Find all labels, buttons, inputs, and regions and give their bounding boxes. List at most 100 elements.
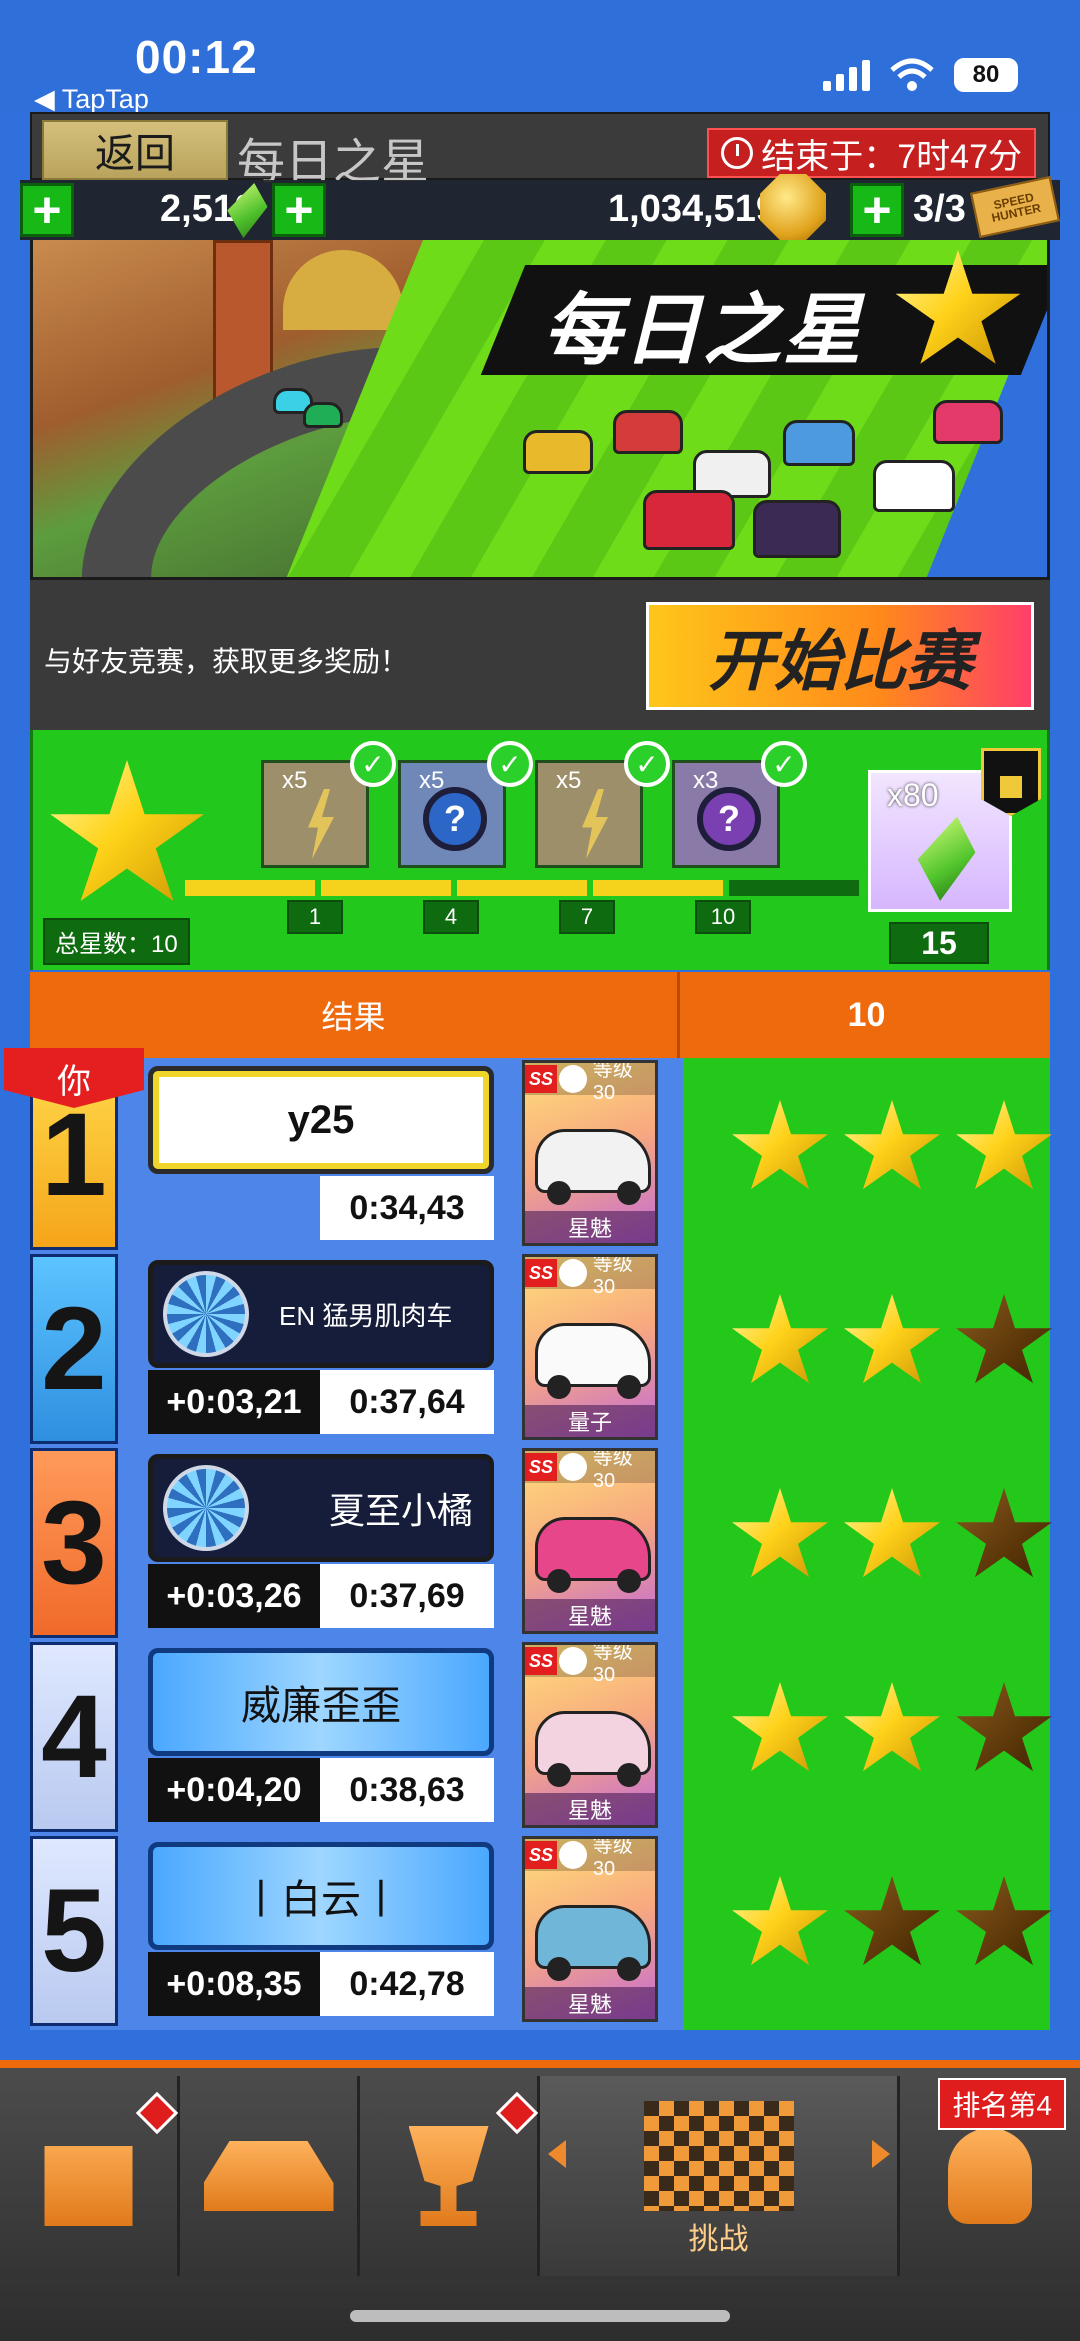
star-earned-icon: [732, 1876, 828, 1966]
class-ss-icon: SS: [525, 1647, 557, 1675]
reward-bolt-1[interactable]: x5 ✓: [261, 741, 396, 868]
end-timer-text: 结束于：7时47分: [761, 137, 1022, 176]
wheel-icon: [617, 1569, 641, 1593]
car-card[interactable]: SS 等级30 星魅: [522, 1448, 658, 1634]
banner-car: [523, 430, 593, 474]
car-card[interactable]: SS 等级30 星魅: [522, 1060, 658, 1246]
progress-bar-segment: [729, 880, 859, 896]
dial-emblem-icon: [163, 1271, 249, 1357]
star-earned-icon: [844, 1682, 940, 1772]
time-gap: +0:03,21: [148, 1370, 320, 1434]
dial-emblem-icon: [163, 1465, 249, 1551]
back-button[interactable]: 返回: [42, 120, 228, 180]
race-time: 0:42,78: [320, 1952, 494, 2016]
star-earned-icon: [844, 1294, 940, 1384]
player-name: y25: [287, 1097, 355, 1142]
nav-events[interactable]: [360, 2076, 540, 2276]
notification-dot: [135, 2091, 179, 2135]
nav-challenge[interactable]: 挑战: [540, 2076, 900, 2276]
car-level: 等级30: [592, 1254, 633, 1298]
wheel-icon: [547, 1957, 571, 1981]
rank-number: 2: [30, 1254, 118, 1444]
license-plate: 夏至小橘: [148, 1454, 494, 1562]
wifi-icon: [890, 58, 934, 91]
car-card[interactable]: SS 等级30 星魅: [522, 1642, 658, 1828]
player-name: 威廉歪歪: [241, 1684, 401, 1728]
reward-mystery-blue[interactable]: x5 ? ✓: [398, 741, 533, 868]
star-earned-icon: [844, 1488, 940, 1578]
invite-text: 与好友竞赛，获取更多奖励！: [44, 646, 409, 677]
progress-bar-segment: [457, 880, 587, 896]
add-tickets-button[interactable]: +: [850, 183, 904, 237]
reward-qty: x5: [282, 767, 308, 794]
garage-icon: [203, 2141, 334, 2211]
star-progress: 总星数：10 x5 ✓ x5 ? ✓ x5 ✓ x3 ? ✓ 1 4 7 10 …: [30, 730, 1050, 970]
wheel-icon: [617, 1181, 641, 1205]
ticket-count: 3/3: [913, 188, 966, 230]
banner-car: [753, 500, 841, 558]
check-icon: ✓: [761, 741, 807, 787]
result-row[interactable]: 3 夏至小橘 +0:03,26 0:37,69 SS 等级30 星魅: [30, 1446, 1052, 1640]
nav-shop[interactable]: [0, 2076, 180, 2276]
rank-number: 3: [30, 1448, 118, 1638]
car-level: 等级30: [592, 1060, 633, 1104]
helmet-icon: [948, 2128, 1032, 2224]
start-race-button[interactable]: 开始比赛: [646, 602, 1034, 710]
car-name: 星魅: [525, 1793, 655, 1825]
reward-qty: x5: [556, 767, 582, 794]
nav-prev-arrow-icon[interactable]: [548, 2140, 566, 2168]
banner-car: [303, 402, 343, 428]
star-earned-icon: [732, 1294, 828, 1384]
player-name: 夏至小橘: [329, 1490, 474, 1531]
car-card[interactable]: SS 等级30 星魅: [522, 1836, 658, 2022]
class-ss-icon: SS: [525, 1453, 557, 1481]
results-header: 结果 10: [30, 972, 1050, 1058]
car-card-header: SS 等级30: [525, 1839, 655, 1880]
brand-emblem-icon: [558, 1259, 587, 1287]
ticket-icon: SPEED HUNTER: [970, 175, 1060, 239]
total-star-icon: [50, 760, 204, 902]
rank-number: 5: [30, 1836, 118, 2026]
wheel-icon: [547, 1569, 571, 1593]
back-to-app-link[interactable]: ◀ TapTap: [34, 84, 149, 115]
add-coins-button[interactable]: +: [272, 183, 326, 237]
crate-icon: [44, 2146, 133, 2226]
star-empty-icon: [956, 1682, 1052, 1772]
rank-badge: 排名第4: [938, 2078, 1066, 2130]
car-card-header: SS 等级30: [525, 1063, 655, 1104]
wheel-icon: [617, 1763, 641, 1787]
wheel-icon: [547, 1763, 571, 1787]
class-ss-icon: SS: [525, 1259, 557, 1287]
home-indicator[interactable]: [350, 2310, 730, 2322]
car-name: 星魅: [525, 1211, 655, 1243]
bottom-nav: 挑战 排名第4: [0, 2060, 1080, 2341]
car-card-header: SS 等级30: [525, 1257, 655, 1298]
brand-emblem-icon: [558, 1841, 587, 1869]
nav-profile[interactable]: 排名第4: [900, 2076, 1080, 2276]
star-earned-icon: [732, 1100, 828, 1190]
threshold-label: 10: [695, 900, 751, 934]
car-card[interactable]: SS 等级30 量子: [522, 1254, 658, 1440]
time-gap: +0:03,26: [148, 1564, 320, 1628]
progress-bar-segment: [321, 880, 451, 896]
currency-bar: + 2,510 + 1,034,519 + 3/3 SPEED HUNTER: [20, 174, 1060, 240]
result-row[interactable]: 5 丨白云丨 +0:08,35 0:42,78 SS 等级30 星魅: [30, 1834, 1052, 2028]
coin-count: 1,034,519: [608, 188, 778, 230]
wheel-icon: [617, 1375, 641, 1399]
add-gems-button[interactable]: +: [20, 183, 74, 237]
banner-dome: [283, 250, 403, 330]
trophy-icon: [408, 2126, 489, 2226]
result-row[interactable]: 2 EN 猛男肌肉车 +0:03,21 0:37,64 SS 等级30 量子: [30, 1252, 1052, 1446]
gem-icon: [909, 809, 983, 906]
check-icon: ✓: [350, 741, 396, 787]
result-row[interactable]: 1 你 y25 0:34,43 SS 等级30 星魅: [4, 1048, 1052, 1252]
reward-mystery-purple[interactable]: x3 ? ✓: [672, 741, 807, 868]
reward-bolt-2[interactable]: x5 ✓: [535, 741, 670, 868]
status-time: 00:12: [135, 31, 258, 83]
banner-car: [643, 490, 735, 550]
race-time: 0:34,43: [320, 1176, 494, 1240]
race-time: 0:37,69: [320, 1564, 494, 1628]
nav-next-arrow-icon[interactable]: [872, 2140, 890, 2168]
result-row[interactable]: 4 威廉歪歪 +0:04,20 0:38,63 SS 等级30 星魅: [30, 1640, 1052, 1834]
nav-garage[interactable]: [180, 2076, 360, 2276]
